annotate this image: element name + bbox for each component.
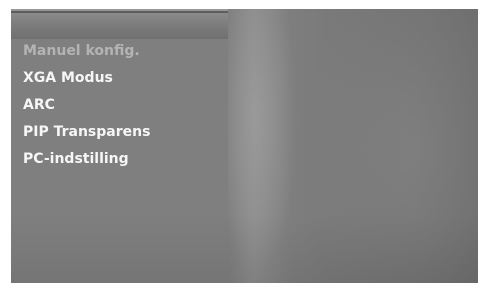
menu-item-arc[interactable]: ARC [11,95,228,122]
menu-item-pc-settings[interactable]: PC-indstilling [11,149,228,176]
menu-item-manual-config: Manuel konfig. [23,43,140,59]
settings-menu-list: Manuel konfig. XGA Modus ARC PIP Transpa… [11,39,228,176]
tv-screen: Manuel konfig. XGA Modus ARC PIP Transpa… [11,9,478,283]
menu-header-strip [11,9,228,39]
header-divider [11,11,228,13]
settings-menu-panel: Manuel konfig. XGA Modus ARC PIP Transpa… [11,39,228,283]
menu-item-pip-transparency[interactable]: PIP Transparens [11,122,228,149]
menu-item-xga-mode[interactable]: XGA Modus [11,68,228,95]
